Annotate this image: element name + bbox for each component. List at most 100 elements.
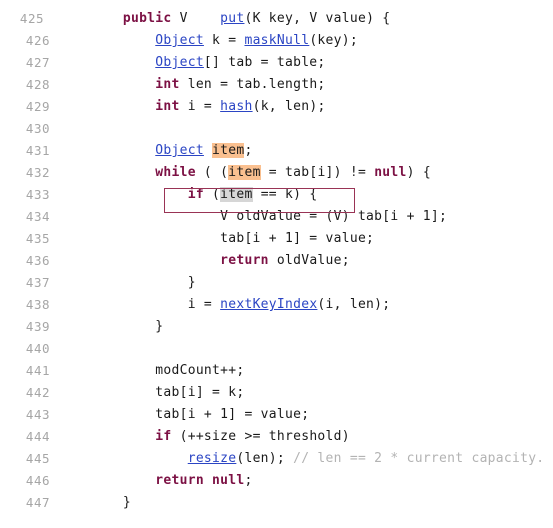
code-token: } [58, 495, 131, 510]
code-line[interactable]: 425 public V put(K key, V value) { [0, 8, 553, 30]
code-keyword: if [187, 187, 204, 202]
code-line[interactable]: 434 V oldValue = (V) tab[i + 1]; [0, 206, 553, 228]
code-line[interactable]: 442 tab[i] = k; [0, 382, 553, 404]
code-line[interactable]: 433 if (item == k) { [0, 184, 553, 206]
code-line-text[interactable]: tab[i] = k; [58, 382, 244, 404]
line-number: 432 [25, 165, 50, 180]
code-line-text[interactable]: Object[] tab = table; [58, 52, 326, 74]
code-line[interactable]: 446 return null; [0, 470, 553, 492]
code-line-text[interactable]: i = nextKeyIndex(i, len); [58, 294, 390, 316]
line-number: 439 [25, 319, 50, 334]
code-line-text[interactable]: Object item; [58, 140, 253, 162]
line-number: 437 [25, 275, 50, 290]
line-number: 426 [25, 33, 50, 48]
code-line-text[interactable]: resize(len); // len == 2 * current capac… [58, 448, 544, 470]
code-line-text[interactable]: V oldValue = (V) tab[i + 1]; [58, 206, 447, 228]
line-number: 429 [25, 99, 50, 114]
code-token: } [58, 319, 164, 334]
code-keyword: int [155, 99, 180, 114]
code-token: ; [244, 473, 253, 488]
line-number: 427 [25, 55, 50, 70]
code-token: V [171, 11, 221, 26]
code-line-text[interactable]: if (item == k) { [58, 184, 317, 206]
code-line[interactable]: 437 } [0, 272, 553, 294]
code-line[interactable]: 430 [0, 118, 553, 140]
code-link[interactable]: hash [220, 99, 252, 114]
line-number: 447 [25, 495, 50, 510]
code-line[interactable]: 444 if (++size >= threshold) [0, 426, 553, 448]
code-link[interactable]: put [220, 11, 244, 26]
line-number: 425 [19, 11, 44, 26]
line-number: 445 [25, 451, 50, 466]
code-line-text[interactable]: return null; [58, 470, 253, 492]
occurrence-highlight: item [228, 165, 261, 180]
code-viewer[interactable]: 425 public V put(K key, V value) {426 Ob… [0, 0, 553, 528]
code-token: (++size >= threshold) [171, 429, 350, 444]
code-token: ; [244, 143, 253, 158]
code-line-text[interactable]: Object k = maskNull(key); [58, 30, 358, 52]
code-line-text[interactable]: int i = hash(k, len); [58, 96, 326, 118]
line-number: 435 [25, 231, 50, 246]
code-line[interactable]: 440 [0, 338, 553, 360]
code-token: tab[i] = k; [58, 385, 245, 400]
code-token: (i, len); [317, 297, 391, 312]
code-token: tab[i + 1] = value; [58, 231, 375, 246]
code-link[interactable]: resize [188, 451, 237, 466]
code-line-text[interactable]: if (++size >= threshold) [58, 426, 350, 448]
code-line[interactable]: 426 Object k = maskNull(key); [0, 30, 553, 52]
code-token: ( ( [195, 165, 229, 180]
code-link[interactable]: Object [155, 55, 204, 70]
code-line[interactable]: 438 i = nextKeyIndex(i, len); [0, 294, 553, 316]
code-token: ) { [406, 165, 431, 180]
line-number: 428 [25, 77, 50, 92]
code-line-text[interactable]: tab[i + 1] = value; [58, 404, 309, 426]
code-token: i = [179, 99, 221, 114]
code-line-text[interactable]: return oldValue; [58, 250, 350, 272]
code-line[interactable]: 436 return oldValue; [0, 250, 553, 272]
code-line[interactable]: 432 while ( (item = tab[i]) != null) { [0, 162, 553, 184]
code-line-text[interactable]: public V put(K key, V value) { [58, 8, 390, 30]
code-line[interactable]: 431 Object item; [0, 140, 553, 162]
code-keyword: public [122, 11, 172, 26]
line-number: 438 [25, 297, 50, 312]
selection-highlight: item [220, 187, 253, 202]
code-line-text[interactable]: while ( (item = tab[i]) != null) { [58, 162, 431, 184]
code-keyword: null [374, 165, 407, 180]
code-line-text[interactable]: int len = tab.length; [58, 74, 326, 96]
code-line-text[interactable]: modCount++; [58, 360, 244, 382]
code-line-text[interactable]: tab[i + 1] = value; [58, 228, 374, 250]
code-line[interactable]: 435 tab[i + 1] = value; [0, 228, 553, 250]
code-line-text[interactable]: } [58, 316, 163, 338]
line-number: 431 [25, 143, 50, 158]
code-line[interactable]: 443 tab[i + 1] = value; [0, 404, 553, 426]
code-link[interactable]: Object [155, 33, 204, 48]
code-token: [] tab = table; [203, 55, 326, 70]
occurrence-highlight: item [212, 143, 245, 158]
code-keyword: int [155, 77, 180, 92]
code-link[interactable]: Object [155, 143, 204, 158]
code-line-text[interactable]: } [58, 272, 196, 294]
code-token: (k, len); [252, 99, 326, 114]
code-line[interactable]: 428 int len = tab.length; [0, 74, 553, 96]
line-number: 442 [25, 385, 50, 400]
code-token: len = tab.length; [179, 77, 326, 92]
code-link[interactable]: nextKeyIndex [220, 297, 317, 312]
code-line-text[interactable]: } [58, 492, 131, 514]
code-keyword: if [155, 429, 172, 444]
code-line[interactable]: 439 } [0, 316, 553, 338]
code-token: (len); [236, 451, 294, 466]
code-link[interactable]: maskNull [244, 33, 309, 48]
code-line[interactable]: 429 int i = hash(k, len); [0, 96, 553, 118]
code-token: k = [203, 33, 245, 48]
code-line[interactable]: 445 resize(len); // len == 2 * current c… [0, 448, 553, 470]
code-line[interactable]: 441 modCount++; [0, 360, 553, 382]
code-keyword: while [155, 165, 196, 180]
code-line[interactable]: 427 Object[] tab = table; [0, 52, 553, 74]
code-line[interactable]: 447 } [0, 492, 553, 514]
